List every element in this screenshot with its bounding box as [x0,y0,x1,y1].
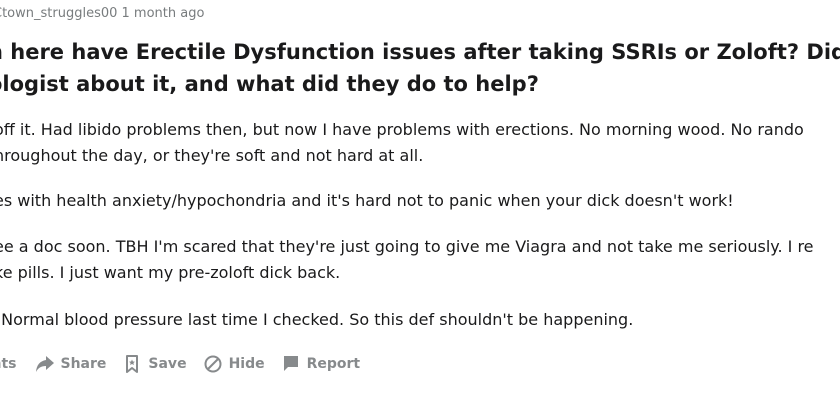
post-card: Ctown_struggles00 1 month ago n here hav… [0,0,840,400]
hide-icon [203,354,223,374]
post-body-paragraph-1-line-2: hroughout the day, or they're soft and n… [0,146,424,165]
post-body-paragraph-1-line-1: off it. Had libido problems then, but no… [0,120,804,139]
post-body-paragraph-1: off it. Had libido problems then, but no… [0,117,804,169]
post-body-paragraph-2: es with health anxiety/hypochondria and … [0,191,734,210]
post-body-paragraph-3-line-2: ke pills. I just want my pre-zoloft dick… [0,263,341,282]
flag-icon [281,354,301,374]
comments-button-label: ents [0,356,17,372]
post-body-paragraph-3: ee a doc soon. TBH I'm scared that they'… [0,234,814,286]
post-actions-bar: ents Share Save [0,352,376,376]
share-icon-svg [35,356,54,372]
report-button[interactable]: Report [281,354,361,374]
report-button-label: Report [306,356,361,372]
flag-icon-svg [283,356,298,371]
hide-button[interactable]: Hide [203,354,265,374]
hide-icon-svg [204,355,222,373]
post-title-line-1: n here have Erectile Dysfunction issues … [0,40,840,64]
share-icon [35,354,55,374]
save-button[interactable]: Save [122,354,187,374]
bookmark-icon-svg [126,355,139,373]
post-meta[interactable]: Ctown_struggles00 1 month ago [0,6,204,21]
post-body-paragraph-4: . Normal blood pressure last time I chec… [0,310,634,329]
post-title-line-2: ologist about it, and what did they do t… [0,72,539,96]
post-title[interactable]: n here have Erectile Dysfunction issues … [0,36,840,100]
share-button[interactable]: Share [35,354,107,374]
bookmark-icon [122,354,142,374]
save-button-label: Save [148,356,187,372]
post-body-paragraph-3-line-1: ee a doc soon. TBH I'm scared that they'… [0,237,814,256]
comments-button[interactable]: ents [0,356,17,372]
hide-button-label: Hide [228,356,265,372]
share-button-label: Share [60,356,107,372]
